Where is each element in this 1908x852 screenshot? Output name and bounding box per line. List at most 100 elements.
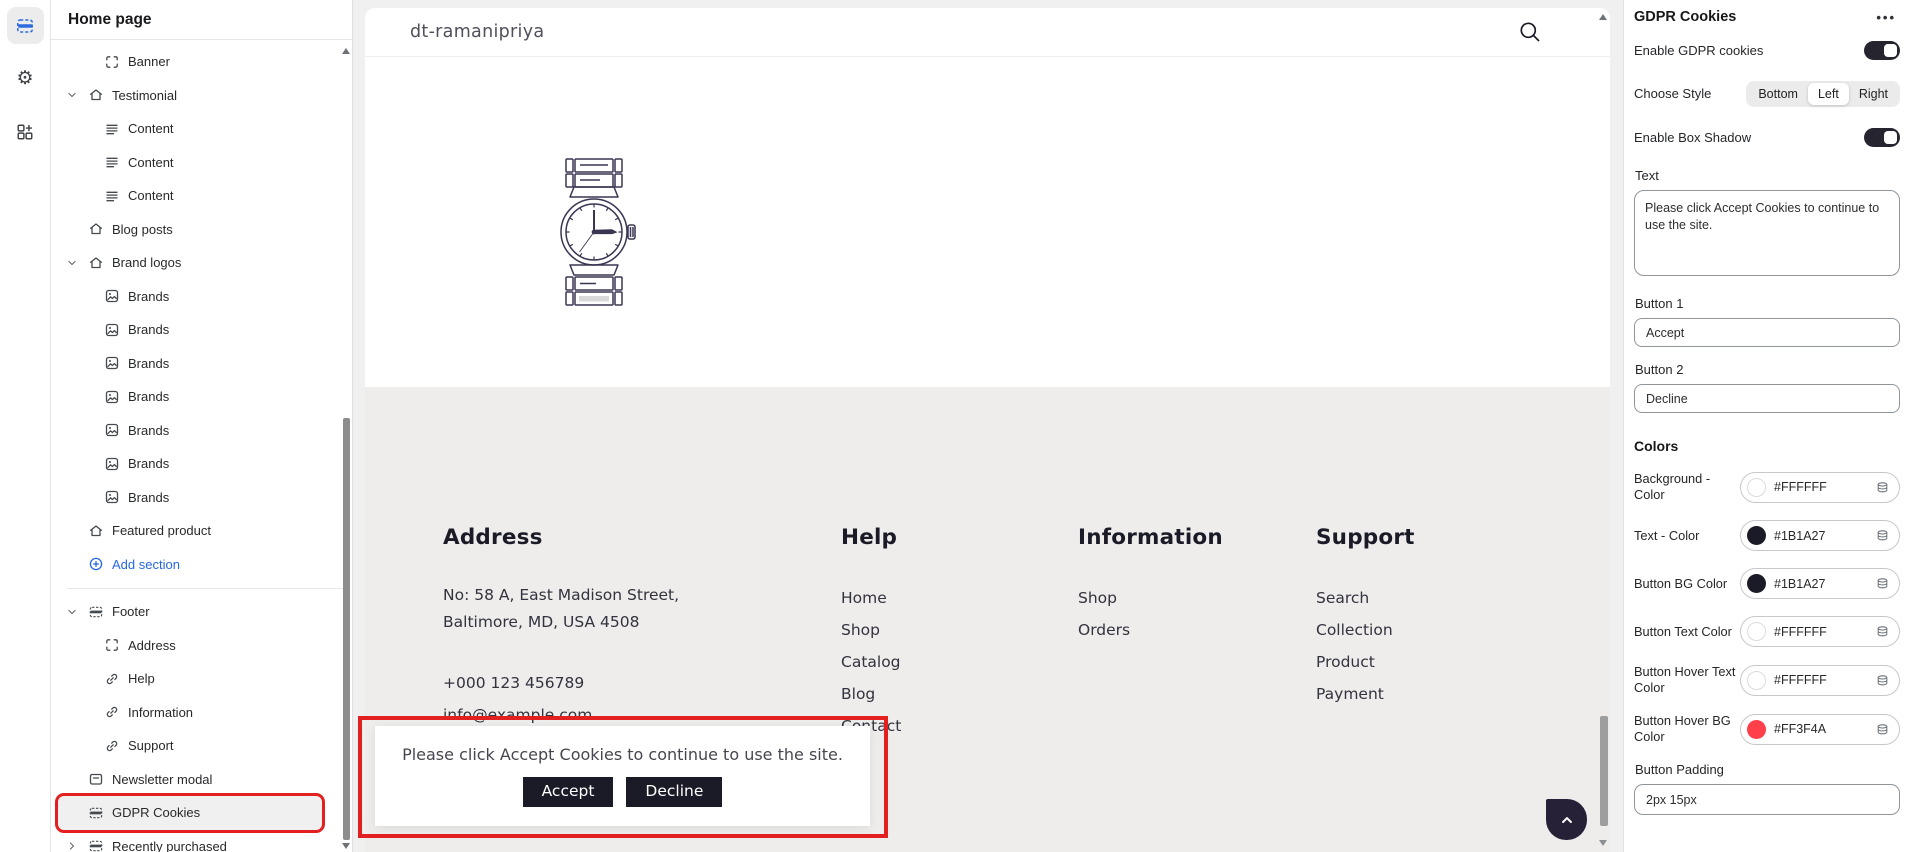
chevron-down-icon[interactable] <box>65 605 79 619</box>
preview-scroll-down-icon[interactable] <box>1599 840 1607 846</box>
site-logo[interactable]: dt-ramanipriya <box>410 22 544 42</box>
sidebar-item-brands[interactable]: Brands <box>51 481 352 515</box>
style-option-left[interactable]: Left <box>1808 83 1849 105</box>
image-icon <box>103 355 120 372</box>
ellipsis-menu-icon[interactable]: ••• <box>1876 10 1900 25</box>
sidebar-item-newsletter-modal[interactable]: Newsletter modal <box>51 763 352 797</box>
chevron-up-icon <box>1558 811 1576 829</box>
sidebar-item-label: Brands <box>128 456 169 471</box>
scroll-up-arrow-icon[interactable] <box>342 48 350 54</box>
box-shadow-label: Enable Box Shadow <box>1634 130 1751 146</box>
footer-link-orders[interactable]: Orders <box>1078 614 1316 646</box>
gdpr-banner-highlight: Please click Accept Cookies to continue … <box>358 716 888 838</box>
banner-text-field[interactable]: Please click Accept Cookies to continue … <box>1634 190 1900 276</box>
sidebar-item-information[interactable]: Information <box>51 696 352 730</box>
search-icon[interactable] <box>1518 20 1542 44</box>
database-icon[interactable] <box>1875 624 1890 639</box>
sidebar-item-brands[interactable]: Brands <box>51 414 352 448</box>
sidebar-item-brand-logos[interactable]: Brand logos <box>51 246 352 280</box>
button2-text-field[interactable] <box>1634 384 1900 413</box>
sidebar-item-gdpr-cookies[interactable]: GDPR Cookies <box>58 796 322 830</box>
sidebar-item-label: Support <box>128 738 174 753</box>
chevron-down-icon[interactable] <box>65 88 79 102</box>
color-picker-pill[interactable]: #1B1A27 <box>1740 568 1900 599</box>
sidebar-item-recently-purchased[interactable]: Recently purchased <box>51 830 352 852</box>
footer-link-search[interactable]: Search <box>1316 582 1610 614</box>
footer-contact-line[interactable]: +000 123 456789 <box>443 667 841 699</box>
sidebar-item-featured-product[interactable]: Featured product <box>51 514 352 548</box>
sidebar-item-banner[interactable]: Banner <box>51 45 352 79</box>
footer-link-shop[interactable]: Shop <box>841 614 1078 646</box>
sidebar-item-brands[interactable]: Brands <box>51 280 352 314</box>
settings-panel: GDPR Cookies ••• Enable GDPR cookies Cho… <box>1623 0 1908 852</box>
sidebar-item-content[interactable]: Content <box>51 112 352 146</box>
footer-link-product[interactable]: Product <box>1316 646 1610 678</box>
footer-link-collection[interactable]: Collection <box>1316 614 1610 646</box>
color-swatch <box>1747 526 1766 545</box>
decline-cookies-button[interactable]: Decline <box>626 777 722 807</box>
color-picker-pill[interactable]: #FFFFFF <box>1740 472 1900 503</box>
sidebar-scrollbar-thumb[interactable] <box>343 418 350 840</box>
sidebar-item-help[interactable]: Help <box>51 662 352 696</box>
sidebar-item-label: Brands <box>128 356 169 371</box>
style-option-bottom[interactable]: Bottom <box>1748 83 1808 105</box>
sidebar-item-brands[interactable]: Brands <box>51 447 352 481</box>
text-icon <box>103 154 120 171</box>
database-icon[interactable] <box>1875 673 1890 688</box>
color-swatch <box>1747 574 1766 593</box>
sidebar-item-blog-posts[interactable]: Blog posts <box>51 213 352 247</box>
color-field-button-hover-bg-color: Button Hover BG Color#FF3F4A <box>1634 713 1900 745</box>
database-icon[interactable] <box>1875 722 1890 737</box>
footer-link-shop[interactable]: Shop <box>1078 582 1316 614</box>
rail-apps-button[interactable] <box>7 113 44 150</box>
sidebar-item-address[interactable]: Address <box>51 629 352 663</box>
chevron-down-icon[interactable] <box>65 256 79 270</box>
page-title: Home page <box>51 0 352 39</box>
database-icon[interactable] <box>1875 576 1890 591</box>
style-segmented-control: BottomLeftRight <box>1746 81 1900 107</box>
sidebar-item-support[interactable]: Support <box>51 729 352 763</box>
sidebar-item-content[interactable]: Content <box>51 179 352 213</box>
footer-link-catalog[interactable]: Catalog <box>841 646 1078 678</box>
accept-cookies-button[interactable]: Accept <box>523 777 614 807</box>
button1-label: Button 1 <box>1635 296 1900 311</box>
footer-column-support: SupportSearchCollectionProductPayment <box>1316 525 1610 827</box>
rail-sections-button[interactable] <box>7 7 44 44</box>
sidebar-item-brands[interactable]: Brands <box>51 380 352 414</box>
color-picker-pill[interactable]: #FFFFFF <box>1740 665 1900 696</box>
button1-text-field[interactable] <box>1634 318 1900 347</box>
preview-scrollbar[interactable] <box>1597 8 1610 852</box>
footer-column-title: Information <box>1078 525 1316 550</box>
footer-link-home[interactable]: Home <box>841 582 1078 614</box>
preview-scrollbar-thumb[interactable] <box>1600 716 1608 826</box>
button-padding-field[interactable] <box>1634 784 1900 815</box>
color-picker-pill[interactable]: #1B1A27 <box>1740 520 1900 551</box>
color-swatch <box>1747 622 1766 641</box>
sidebar-item-add-section[interactable]: Add section <box>51 548 352 582</box>
site-header: dt-ramanipriya <box>365 8 1610 57</box>
database-icon[interactable] <box>1875 528 1890 543</box>
database-icon[interactable] <box>1875 480 1890 495</box>
tree-divider <box>67 588 343 589</box>
sidebar-item-content[interactable]: Content <box>51 146 352 180</box>
preview-scroll-up-icon[interactable] <box>1599 14 1607 20</box>
style-option-right[interactable]: Right <box>1849 83 1898 105</box>
enable-gdpr-toggle[interactable] <box>1864 41 1900 60</box>
sidebar-item-footer[interactable]: Footer <box>51 595 352 629</box>
sidebar-item-label: Content <box>128 155 174 170</box>
sidebar-item-brands[interactable]: Brands <box>51 313 352 347</box>
scroll-to-top-button[interactable] <box>1546 799 1587 840</box>
color-field-background-color: Background - Color#FFFFFF <box>1634 471 1900 503</box>
footer-link-payment[interactable]: Payment <box>1316 678 1610 710</box>
chevron-right-icon[interactable] <box>65 839 79 852</box>
scroll-down-arrow-icon[interactable] <box>342 843 350 849</box>
sidebar-scrollbar[interactable] <box>341 40 352 852</box>
box-shadow-toggle[interactable] <box>1864 128 1900 147</box>
rail-settings-button[interactable]: ⚙ <box>7 60 44 97</box>
color-picker-pill[interactable]: #FF3F4A <box>1740 714 1900 745</box>
footer-link-blog[interactable]: Blog <box>841 678 1078 710</box>
color-picker-pill[interactable]: #FFFFFF <box>1740 616 1900 647</box>
sidebar-item-label: Brands <box>128 289 169 304</box>
sidebar-item-brands[interactable]: Brands <box>51 347 352 381</box>
sidebar-item-testimonial[interactable]: Testimonial <box>51 79 352 113</box>
